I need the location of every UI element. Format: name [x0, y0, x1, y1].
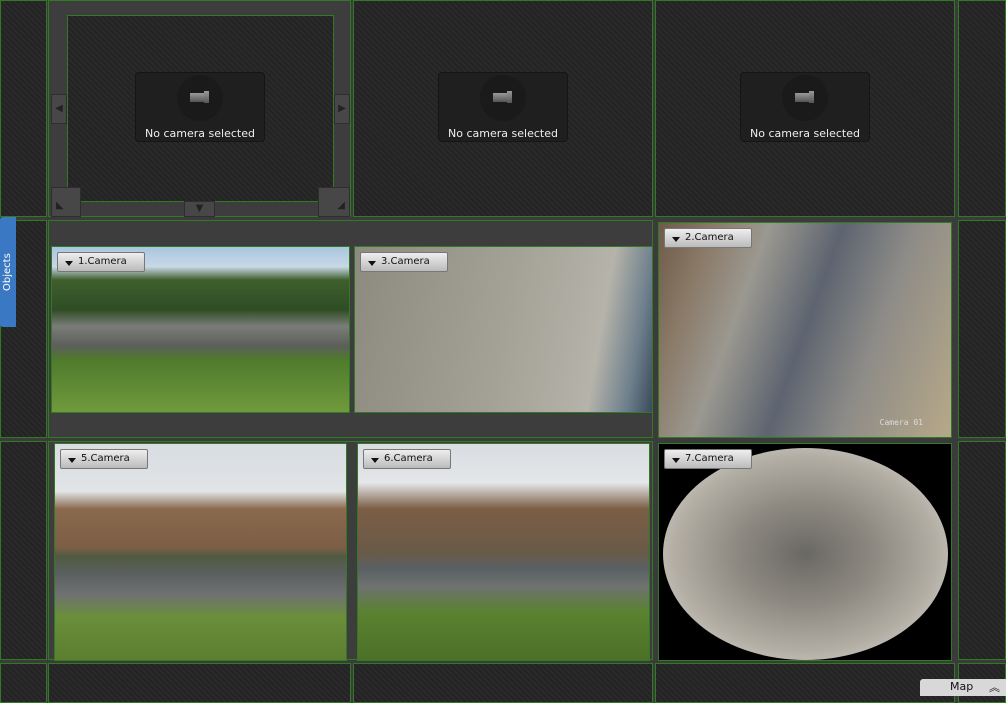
chevron-up-icon[interactable]: ︽	[989, 679, 1000, 695]
no-camera-text: No camera selected	[448, 127, 558, 140]
grid-cell	[353, 663, 653, 703]
camera-feed-1[interactable]: 1.Camera	[51, 246, 350, 413]
camera-label-dropdown[interactable]: 7.Camera	[664, 449, 752, 469]
no-camera-text: No camera selected	[145, 127, 255, 140]
arrow-left-button[interactable]: ◀	[51, 94, 67, 124]
arrow-down-button[interactable]: ▼	[184, 201, 215, 217]
no-camera-placeholder[interactable]: No camera selected	[438, 72, 568, 142]
arrow-right-button[interactable]: ▶	[334, 94, 350, 124]
map-panel-tab[interactable]: Map ︽	[920, 679, 1006, 696]
camera-feed-2[interactable]: 2.Camera Camera 01	[658, 222, 952, 438]
grid-cell	[0, 0, 47, 217]
camera-icon	[480, 75, 526, 121]
resize-bottom-left-handle[interactable]: ◣	[51, 187, 81, 217]
objects-panel-tab[interactable]: Objects	[0, 217, 16, 327]
grid-cell	[655, 663, 955, 703]
no-camera-placeholder[interactable]: No camera selected	[135, 72, 265, 142]
grid-cell	[0, 663, 47, 703]
grid-cell	[0, 441, 47, 660]
camera-label-dropdown[interactable]: 6.Camera	[363, 449, 451, 469]
resize-bottom-right-handle[interactable]: ◢	[318, 187, 350, 217]
map-tab-label: Map	[950, 680, 974, 693]
no-camera-text: No camera selected	[750, 127, 860, 140]
camera-label-dropdown[interactable]: 5.Camera	[60, 449, 148, 469]
camera-feed-6[interactable]: 6.Camera	[357, 443, 650, 661]
camera-overlay-text: Camera 01	[879, 418, 923, 427]
camera-icon	[177, 75, 223, 121]
grid-cell	[958, 220, 1006, 438]
camera-icon	[782, 75, 828, 121]
camera-label-dropdown[interactable]: 3.Camera	[360, 252, 448, 272]
grid-cell	[48, 663, 351, 703]
grid-cell	[958, 0, 1006, 217]
grid-cell	[958, 441, 1006, 660]
camera-label-dropdown[interactable]: 2.Camera	[664, 228, 752, 248]
camera-feed-5[interactable]: 5.Camera	[54, 443, 347, 661]
camera-label-dropdown[interactable]: 1.Camera	[57, 252, 145, 272]
no-camera-placeholder[interactable]: No camera selected	[740, 72, 870, 142]
fisheye-image	[663, 448, 948, 660]
camera-feed-7[interactable]: 7.Camera	[658, 443, 952, 661]
camera-feed-3[interactable]: 3.Camera	[354, 246, 653, 413]
